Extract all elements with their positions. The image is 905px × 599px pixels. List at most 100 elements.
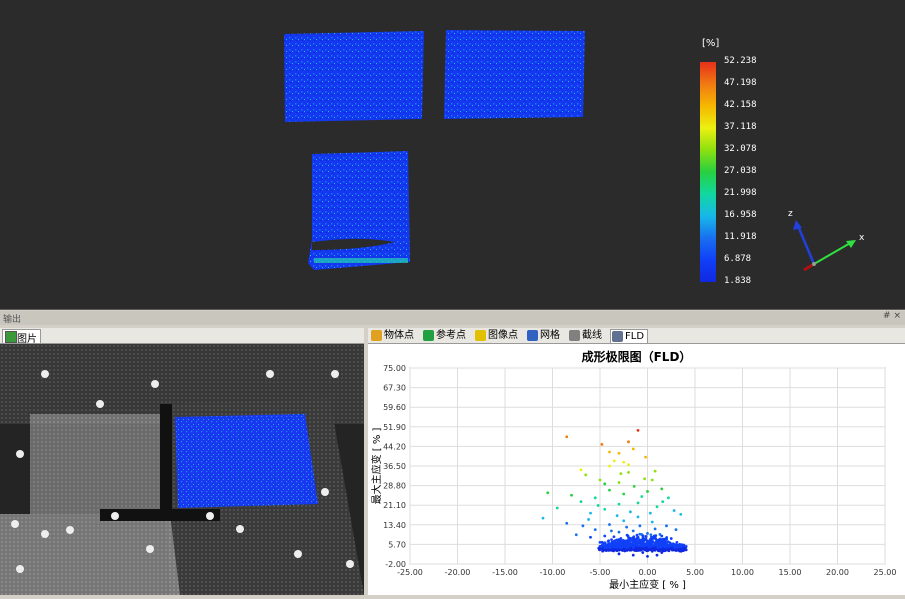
y-tick-label: 44.20 [383,442,406,451]
data-point [604,546,607,549]
x-axis-label: 最小主应变 [ % ] [609,578,686,591]
tab-image-points[interactable]: 图像点 [474,329,518,342]
data-point [621,540,624,543]
data-point [637,429,640,432]
data-point [580,468,583,471]
scale-tick-label: 47.198 [724,78,757,88]
axis-triad: x z [780,200,880,284]
data-point [623,545,626,548]
data-point [580,500,583,503]
strain-patch-top-left [284,31,424,122]
data-point [629,510,632,513]
data-point [613,544,616,547]
data-point [677,544,680,547]
scale-unit: [%] [702,38,719,49]
data-point [608,489,611,492]
data-point [660,548,663,551]
data-point [667,496,670,499]
data-point [613,540,616,543]
data-point [618,452,621,455]
tab-label: 图像点 [488,330,518,341]
data-point [630,539,633,542]
tab-object-points[interactable]: 物体点 [370,329,414,342]
data-point [603,482,606,485]
fld-chart[interactable]: 75.00 67.30 59.60 51.90 44.20 36.50 28.80 21.10… [368,344,905,595]
data-point [608,465,611,468]
data-point [620,537,623,540]
data-point [622,493,625,496]
data-point [645,535,648,538]
data-point [594,528,597,531]
scale-tick-label: 27.038 [724,166,757,176]
data-point [603,508,606,511]
data-point [646,532,649,535]
data-point [660,535,663,538]
data-point [607,549,610,552]
x-tick-label: 0.00 [639,568,657,577]
patch-edge [314,258,408,263]
y-axis-label: 最大主应变 [ % ] [370,427,383,504]
data-point [632,530,635,533]
object-points-icon [371,330,382,341]
data-point [622,549,625,552]
data-point [650,533,653,536]
data-point [608,546,611,549]
data-point [610,530,613,533]
x-tick-label: -15.00 [492,568,518,577]
x-tick-label: 25.00 [874,568,897,577]
data-point [622,519,625,522]
data-point [640,495,643,498]
data-point [641,551,644,554]
data-point [570,494,573,497]
3d-viewport[interactable]: [%] 52.238 47.198 42.158 37.118 32.078 27.038… [0,0,905,310]
reference-points-icon [423,330,434,341]
tab-label: 参考点 [436,330,466,341]
y-tick-label: 13.40 [383,521,406,530]
x-tick-label: -5.00 [590,568,611,577]
axis-label-z: z [788,209,793,219]
data-point [594,496,597,499]
tab-reference-points[interactable]: 参考点 [422,329,466,342]
tab-mesh[interactable]: 网格 [526,329,560,342]
data-point [616,514,619,517]
data-point [627,545,630,548]
data-point [565,435,568,438]
tab-picture[interactable]: 图片 [2,329,41,343]
data-point [542,517,545,520]
scale-tick-label: 6.878 [724,254,751,264]
data-point [673,509,676,512]
panel-pin-close-buttons[interactable]: # × [883,311,901,321]
data-point [613,460,616,463]
data-point [670,547,673,550]
scale-tick-label: 52.238 [724,56,757,66]
tab-label: 物体点 [384,330,414,341]
mesh-icon [527,330,538,341]
data-point [651,521,654,524]
y-tick-label: 36.50 [383,462,406,471]
data-point [589,536,592,539]
tab-section-line[interactable]: 截线 [568,329,602,342]
section-line-icon [569,330,580,341]
data-point [672,542,675,545]
data-point [607,539,610,542]
data-point [638,533,641,536]
strain-patch-bottom [308,151,410,270]
data-point [582,524,585,527]
data-point [620,472,623,475]
data-point [658,543,661,546]
data-point [654,546,657,549]
scale-tick-label: 32.078 [724,144,757,154]
data-point [632,546,635,549]
data-point [627,440,630,443]
tab-fld-chart[interactable]: FLD [610,329,648,343]
data-point [632,535,635,538]
overlay-strain-patch [175,414,318,508]
data-point [652,537,655,540]
data-point [649,512,652,515]
camera-image[interactable] [0,344,364,595]
data-point [654,527,657,530]
data-point [634,540,637,543]
y-tick-label: 21.10 [383,501,406,510]
data-point [619,546,622,549]
picture-icon [5,331,17,343]
